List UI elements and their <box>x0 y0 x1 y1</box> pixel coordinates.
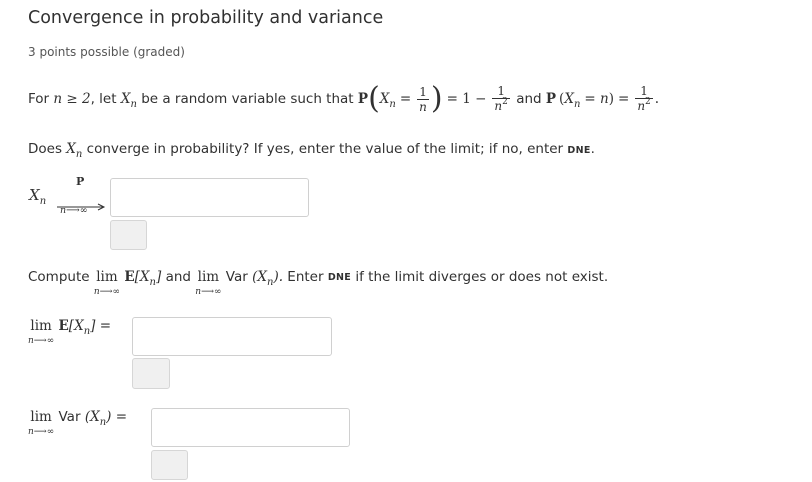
points-possible: 3 points possible (graded) <box>28 45 185 59</box>
e-arg: [Xn] = <box>68 318 112 337</box>
q2-expectation: E <box>124 269 135 285</box>
expectation-limit-input[interactable] <box>132 317 332 356</box>
var-lim: lim n⟶∞ <box>28 409 55 437</box>
right-paren: ) <box>430 81 443 116</box>
statement-and: and <box>516 91 542 107</box>
one-minus: = 1 − <box>446 91 487 107</box>
q2-dne: DNE <box>327 272 352 283</box>
statement-dot: . <box>654 91 660 107</box>
question-compute: Compute lim n⟶∞ E [Xn] and lim n⟶∞ Var (Xn)… <box>28 269 608 297</box>
var-arg: (Xn) = <box>84 409 128 428</box>
q2-rest: if the limit diverges or does not exist. <box>355 269 609 285</box>
fraction-one-over-n-squared-2: 1 n2 <box>635 83 653 113</box>
variance-limit-input[interactable] <box>151 408 350 447</box>
answer-variance-label: lim n⟶∞ Var (Xn) = <box>28 409 127 437</box>
fraction-one-over-n: 1n <box>417 84 429 114</box>
equals-sign: = <box>399 91 412 107</box>
answer-expectation-label: lim n⟶∞ E [Xn] = <box>28 318 111 346</box>
problem-title: Convergence in probability and variance <box>28 8 384 28</box>
fraction-one-over-n-squared: 1 n2 <box>492 83 510 113</box>
q2-xn: [Xn] <box>134 269 162 288</box>
statement-for: For <box>28 91 50 107</box>
q2-lim-1: lim n⟶∞ <box>93 269 121 297</box>
arrow-label-limit: n⟶∞ <box>60 205 88 216</box>
submit-button-expectation[interactable] <box>132 358 170 389</box>
q2-and: and <box>165 269 191 285</box>
question-convergence: Does Xn converge in probability? If yes,… <box>28 141 595 160</box>
q2-enter: Enter <box>287 269 324 285</box>
q1-dne: DNE <box>567 145 591 156</box>
probability-symbol-2: P <box>545 91 557 107</box>
q1-rest: converge in probability? If yes, enter t… <box>86 141 564 157</box>
xn-label: Xn <box>29 186 47 207</box>
q1-does: Does <box>28 141 62 157</box>
statement-n-cond: n ≥ 2 <box>53 91 91 107</box>
q1-xn: Xn <box>66 141 83 160</box>
equals-sign-2: = <box>618 91 630 107</box>
statement-let: , let <box>90 91 117 107</box>
paren-close-2: ) <box>608 91 614 107</box>
q2-var: Var <box>225 269 248 285</box>
left-paren: ( <box>368 81 380 116</box>
q1-end: . <box>590 141 595 157</box>
probability-symbol: P <box>357 91 369 107</box>
problem-statement: For n ≥ 2 , let Xn be a random variable … <box>28 77 659 121</box>
arrow-label-p: P <box>76 175 85 188</box>
eq-n: = n <box>584 91 609 107</box>
var-symbol: Var <box>58 409 81 425</box>
e-lim: lim n⟶∞ <box>28 318 55 346</box>
statement-xn: Xn <box>120 91 137 110</box>
submit-button-variance[interactable] <box>151 450 188 480</box>
statement-be-rv: be a random variable such that <box>141 91 354 107</box>
e-symbol: E <box>58 318 69 334</box>
submit-button-xn[interactable] <box>110 220 147 250</box>
xn-limit-input[interactable] <box>110 178 309 217</box>
eq-lhs-xn: Xn <box>379 91 396 110</box>
q2-lim-2: lim n⟶∞ <box>195 269 222 297</box>
q2-var-arg: (Xn). <box>252 269 283 288</box>
eq2-xn: Xn <box>564 91 581 110</box>
q2-compute: Compute <box>28 269 90 285</box>
